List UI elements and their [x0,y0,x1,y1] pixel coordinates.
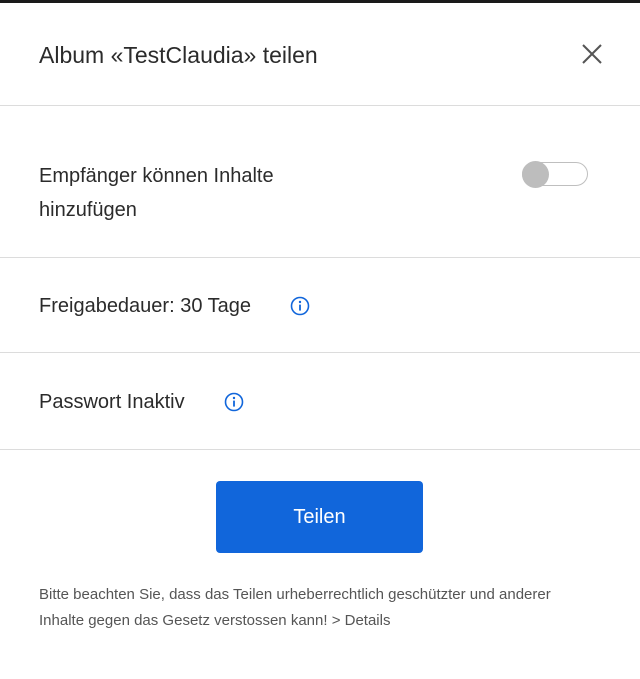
password-option-row: Passwort Inaktiv [0,353,640,450]
password-info-icon[interactable] [224,392,244,412]
toggle-knob [521,161,549,188]
contributors-toggle[interactable] [521,161,588,188]
copyright-notice: Bitte beachten Sie, dass das Teilen urhe… [39,582,599,634]
close-button[interactable] [575,37,609,71]
duration-label: Freigabedauer: 30 Tage [39,295,252,317]
dialog-title: Album «TestClaudia» teilen [39,42,318,68]
close-icon [582,44,602,64]
password-label: Passwort Inaktiv [39,391,185,413]
duration-option-row: Freigabedauer: 30 Tage [0,258,640,353]
share-button[interactable]: Teilen [216,481,423,553]
duration-info-icon[interactable] [290,296,310,316]
dialog-header: Album «TestClaudia» teilen [0,3,640,106]
notice-text: Bitte beachten Sie, dass das Teilen urhe… [39,586,551,629]
contributors-option-row: Empfänger können Inhalte hinzufügen [0,106,640,258]
details-link[interactable]: > Details [332,612,391,629]
share-album-dialog: Album «TestClaudia» teilen Empfänger kön… [0,0,640,679]
contributors-label: Empfänger können Inhalte hinzufügen [39,165,274,221]
